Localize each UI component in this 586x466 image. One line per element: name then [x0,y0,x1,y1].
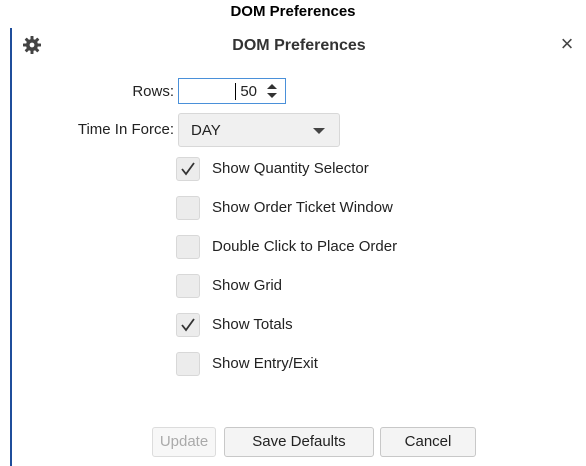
checkbox[interactable] [176,157,200,181]
checkbox-row-show-quantity-selector[interactable]: Show Quantity Selector [176,157,506,183]
checkmark-icon [181,318,195,332]
cancel-button[interactable]: Cancel [380,427,476,457]
save-defaults-button[interactable]: Save Defaults [224,427,374,457]
dialog-titlebar: DOM Preferences × [12,28,586,64]
checkbox-row-show-entry-exit[interactable]: Show Entry/Exit [176,352,506,378]
time-in-force-value: DAY [191,122,221,139]
checkbox-row-double-click-to-place-order[interactable]: Double Click to Place Order [176,235,506,261]
checkbox[interactable] [176,274,200,298]
checkbox[interactable] [176,196,200,220]
window-caption: DOM Preferences [230,3,356,20]
checkbox-label: Show Entry/Exit [212,355,318,372]
checkbox-label: Show Quantity Selector [212,160,369,177]
time-in-force-select[interactable]: DAY [178,113,340,147]
rows-value[interactable]: 50 [240,83,257,100]
checkbox-label: Show Totals [212,316,293,333]
checkbox[interactable] [176,313,200,337]
dropdown-arrow-icon [313,128,325,134]
time-in-force-label: Time In Force: [77,121,174,138]
checkmark-icon [181,162,195,176]
spinner-arrows-icon[interactable] [265,82,279,100]
checkbox[interactable] [176,352,200,376]
dom-preferences-dialog: DOM Preferences × Rows: 50 Time In Force… [10,28,586,466]
checkbox-row-show-totals[interactable]: Show Totals [176,313,506,339]
checkbox-label: Show Order Ticket Window [212,199,393,216]
rows-label: Rows: [132,83,174,100]
checkbox-row-show-grid[interactable]: Show Grid [176,274,506,300]
close-icon[interactable]: × [556,33,578,55]
checkbox[interactable] [176,235,200,259]
dialog-title: DOM Preferences [232,37,366,54]
text-caret [235,83,236,100]
checkbox-label: Show Grid [212,277,283,294]
rows-spinner[interactable]: 50 [178,78,286,104]
checkbox-label: Double Click to Place Order [212,238,398,255]
update-button[interactable]: Update [152,427,216,457]
checkbox-row-show-order-ticket-window[interactable]: Show Order Ticket Window [176,196,506,222]
